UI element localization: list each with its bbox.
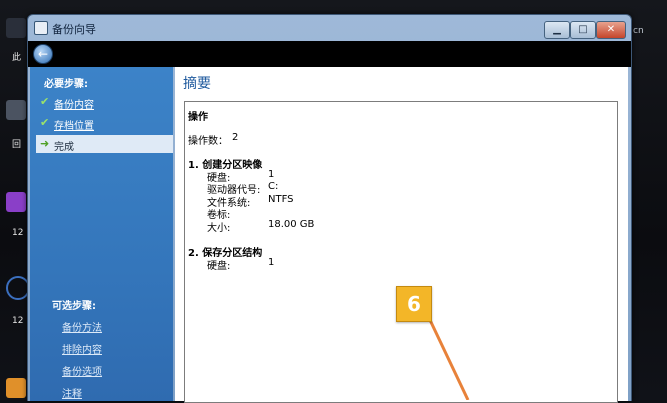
annotation-arrow [428,319,470,400]
step-number-badge: 6 [396,286,432,322]
